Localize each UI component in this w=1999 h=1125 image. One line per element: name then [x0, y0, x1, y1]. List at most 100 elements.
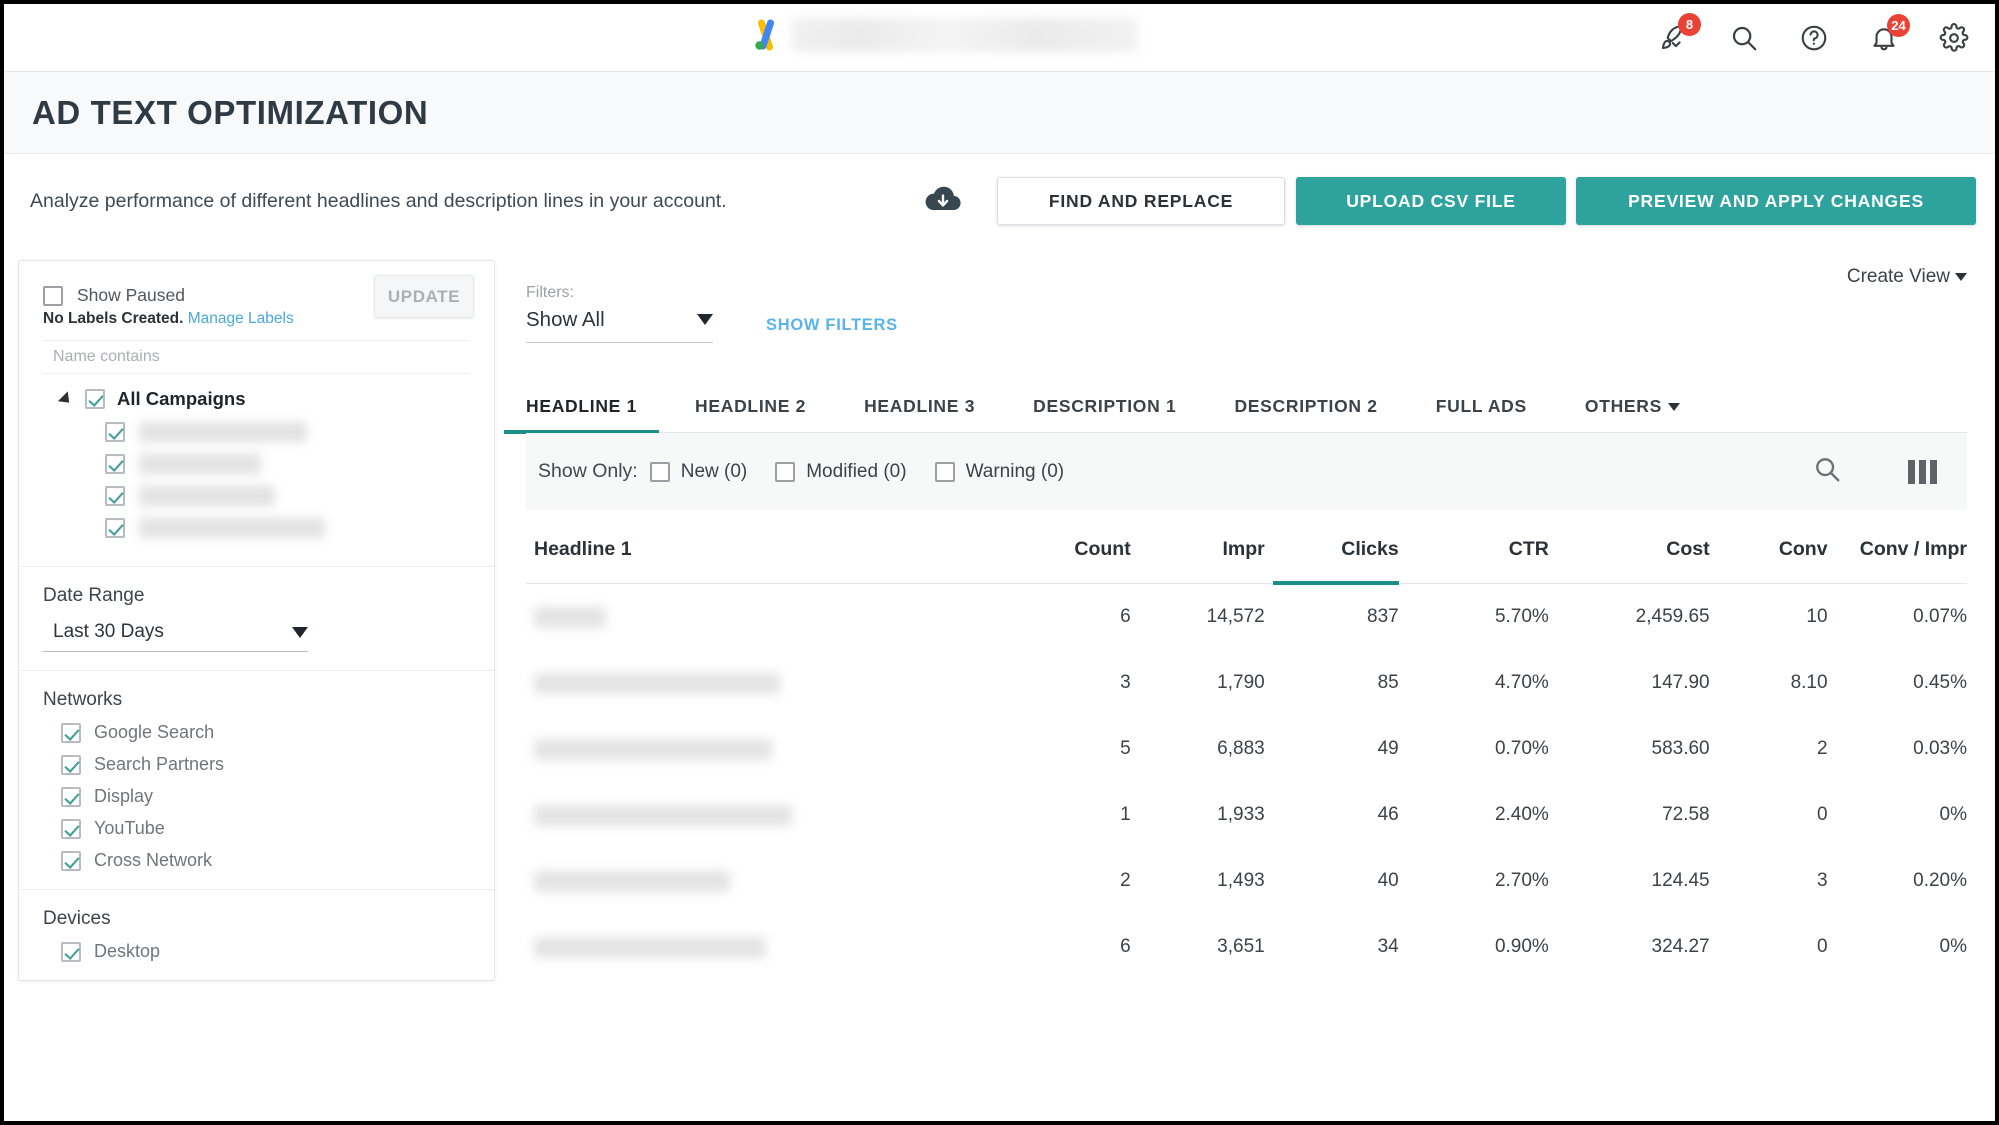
network-label: YouTube — [94, 818, 165, 838]
cell-ctr: 5.70% — [1494, 606, 1549, 627]
cell-cost: 583.60 — [1651, 738, 1710, 759]
column-header-headline[interactable]: Headline 1 — [526, 510, 988, 584]
campaign-checkbox[interactable] — [105, 518, 125, 538]
table-row[interactable]: 5 6,883 49 0.70% 583.60 2 0.03% — [526, 716, 1967, 782]
search-icon[interactable] — [1729, 23, 1759, 53]
table-row[interactable]: 6 3,651 34 0.90% 324.27 0 0% — [526, 914, 1967, 980]
campaign-checkbox[interactable] — [105, 454, 125, 474]
date-range-select[interactable]: Last 30 Days — [43, 617, 308, 652]
headline-text-redacted — [534, 672, 780, 694]
cell-conv: 10 — [1806, 606, 1828, 627]
show-only-new[interactable]: New (0) — [649, 461, 747, 483]
columns-icon[interactable] — [1908, 459, 1937, 484]
column-header-conv-impr[interactable]: Conv / Impr — [1827, 510, 1967, 584]
cloud-download-icon[interactable] — [924, 184, 962, 221]
show-only-modified[interactable]: Modified (0) — [775, 461, 907, 483]
column-header-conv[interactable]: Conv — [1709, 510, 1828, 584]
network-checkbox[interactable] — [61, 818, 81, 839]
network-option-youtube[interactable]: YouTube — [61, 818, 470, 839]
network-option-cross-network[interactable]: Cross Network — [61, 850, 470, 871]
cell-conv: 0 — [1816, 804, 1828, 825]
tab-others[interactable]: OTHERS — [1585, 396, 1681, 432]
campaign-tree-item[interactable] — [43, 454, 470, 474]
show-only-warning[interactable]: Warning (0) — [934, 460, 1065, 483]
preview-and-apply-button[interactable]: PREVIEW AND APPLY CHANGES — [1576, 177, 1976, 225]
network-option-google-search[interactable]: Google Search — [61, 722, 470, 743]
network-checkbox[interactable] — [61, 850, 81, 871]
all-campaigns-label: All Campaigns — [117, 388, 246, 409]
labels-status-text: No Labels Created. — [43, 310, 184, 327]
show-paused-checkbox[interactable] — [43, 285, 63, 306]
rocket-icon[interactable]: 8 — [1659, 13, 1701, 53]
column-header-clicks[interactable]: Clicks — [1264, 510, 1399, 585]
network-option-search-partners[interactable]: Search Partners — [61, 754, 470, 775]
date-range-value: Last 30 Days — [53, 621, 164, 642]
table-row[interactable]: 2 1,493 40 2.70% 124.45 3 0.20% — [526, 848, 1967, 914]
show-filters-link[interactable]: SHOW FILTERS — [766, 316, 898, 335]
page-body: Show Paused UPDATE No Labels Created. Ma… — [4, 248, 1995, 1099]
column-header-ctr[interactable]: CTR — [1398, 510, 1549, 584]
cell-ctr: 0.90% — [1494, 936, 1549, 957]
manage-labels-link[interactable]: Manage Labels — [188, 310, 294, 327]
tab-description-1[interactable]: DESCRIPTION 1 — [1033, 396, 1176, 432]
device-option-desktop[interactable]: Desktop — [61, 941, 470, 962]
campaign-tree-item[interactable] — [43, 422, 470, 442]
column-header-impr[interactable]: Impr — [1130, 510, 1265, 584]
main-panel: Create View Filters: Show All SHOW FILTE… — [496, 248, 1995, 1099]
devices-heading: Devices — [43, 908, 111, 929]
update-button[interactable]: UPDATE — [374, 275, 474, 318]
show-only-new-checkbox[interactable] — [649, 461, 670, 482]
network-label: Google Search — [94, 722, 215, 742]
show-only-modified-checkbox[interactable] — [775, 461, 796, 482]
section-tabs: HEADLINE 1 HEADLINE 2 HEADLINE 3 DESCRIP… — [503, 375, 1967, 434]
show-only-warning-label: Warning (0) — [965, 460, 1065, 482]
tab-headline-2[interactable]: HEADLINE 2 — [695, 396, 806, 432]
network-checkbox[interactable] — [61, 786, 81, 807]
search-icon[interactable] — [1812, 454, 1842, 489]
tab-headline-1[interactable]: HEADLINE 1 — [503, 396, 660, 434]
column-header-cost[interactable]: Cost — [1548, 510, 1710, 584]
device-checkbox[interactable] — [61, 941, 81, 962]
name-contains-input[interactable] — [43, 340, 470, 374]
network-option-display[interactable]: Display — [61, 786, 470, 807]
chevron-down-icon — [697, 314, 713, 325]
page-header: AD TEXT OPTIMIZATION — [4, 72, 1995, 154]
show-only-bar: Show Only: New (0) Modified (0) Warning … — [526, 433, 1967, 510]
cell-count: 2 — [1120, 870, 1131, 891]
cell-clicks: 34 — [1377, 936, 1399, 957]
tab-headline-3[interactable]: HEADLINE 3 — [864, 396, 975, 432]
settings-gear-icon[interactable] — [1939, 23, 1969, 53]
campaign-checkbox[interactable] — [105, 422, 125, 442]
cell-cost: 324.27 — [1651, 936, 1710, 957]
campaign-tree-item[interactable] — [43, 486, 470, 506]
cell-clicks: 49 — [1377, 738, 1399, 759]
cell-ctr: 0.70% — [1494, 738, 1549, 759]
tree-expand-caret-icon[interactable] — [57, 390, 75, 408]
campaign-checkbox[interactable] — [105, 486, 125, 506]
network-checkbox[interactable] — [61, 722, 81, 743]
upload-csv-button[interactable]: UPLOAD CSV FILE — [1296, 177, 1566, 225]
column-header-count[interactable]: Count — [987, 510, 1131, 584]
date-range-heading: Date Range — [43, 585, 145, 606]
headline-text-redacted — [534, 870, 730, 892]
notifications-bell-icon[interactable]: 24 — [1869, 14, 1910, 53]
cell-headline — [526, 848, 987, 914]
table-header-row: Headline 1 Count Impr Clicks CTR Cost Co… — [526, 510, 1967, 585]
campaign-tree-item[interactable] — [43, 518, 470, 538]
campaign-tree-root[interactable]: All Campaigns — [43, 388, 470, 410]
help-icon[interactable] — [1799, 23, 1829, 53]
cell-conv-impr: 0.03% — [1913, 738, 1967, 759]
cell-count: 6 — [1120, 606, 1131, 627]
top-bar: 8 24 — [4, 4, 1995, 72]
filter-select[interactable]: Show All — [526, 308, 713, 343]
tab-full-ads[interactable]: FULL ADS — [1436, 396, 1527, 432]
table-row[interactable]: 1 1,933 46 2.40% 72.58 0 0% — [526, 782, 1967, 848]
page-title: AD TEXT OPTIMIZATION — [32, 93, 429, 131]
network-checkbox[interactable] — [61, 754, 81, 775]
table-row[interactable]: 3 1,790 85 4.70% 147.90 8.10 0.45% — [526, 650, 1967, 716]
find-and-replace-button[interactable]: FIND AND REPLACE — [997, 177, 1285, 225]
table-row[interactable]: 6 14,572 837 5.70% 2,459.65 10 0.07% — [526, 584, 1967, 651]
show-only-warning-checkbox[interactable] — [934, 461, 955, 482]
all-campaigns-checkbox[interactable] — [85, 389, 105, 409]
tab-description-2[interactable]: DESCRIPTION 2 — [1234, 396, 1377, 432]
